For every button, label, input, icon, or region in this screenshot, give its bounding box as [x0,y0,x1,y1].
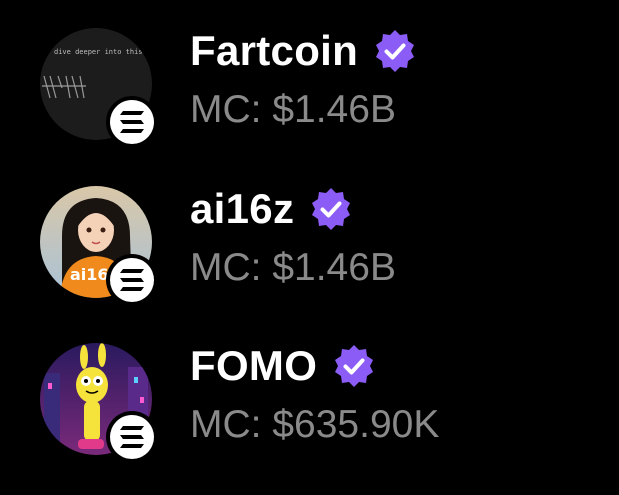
market-cap-value: $1.46B [272,88,396,131]
solana-icon [106,96,158,148]
token-name-line: Fartcoin [190,24,418,78]
token-name-line: ai16z [190,182,354,236]
verified-badge-icon [308,186,354,232]
avatar-caption: ai16 [70,265,109,284]
token-name-line: FOMO [190,339,377,393]
market-cap: MC: $635.90K [190,405,439,444]
market-cap-label: MC: [190,246,262,289]
avatar-caption: dive deeper into this [54,48,143,56]
token-row-fartcoin[interactable]: dive deeper into this Fartcoin MC: $1.46… [0,10,619,160]
market-cap: MC: $1.46B [190,90,396,129]
token-row-fomo[interactable]: FOMO MC: $635.90K [0,325,619,475]
market-cap-value: $635.90K [272,403,440,446]
token-name[interactable]: Fartcoin [190,30,358,72]
token-avatar[interactable]: dive deeper into this [40,28,158,148]
token-name[interactable]: FOMO [190,345,317,387]
market-cap-label: MC: [190,403,262,446]
token-list: dive deeper into this Fartcoin MC: $1.46… [0,0,619,495]
verified-badge-icon [331,343,377,389]
market-cap-value: $1.46B [272,246,396,289]
token-row-ai16z[interactable]: ai16 ai16z MC: $1.46B [0,168,619,318]
token-name[interactable]: ai16z [190,188,294,230]
solana-icon [106,411,158,463]
market-cap-label: MC: [190,88,262,131]
solana-icon [106,254,158,306]
token-avatar[interactable] [40,343,158,463]
market-cap: MC: $1.46B [190,248,396,287]
verified-badge-icon [372,28,418,74]
token-avatar[interactable]: ai16 [40,186,158,306]
